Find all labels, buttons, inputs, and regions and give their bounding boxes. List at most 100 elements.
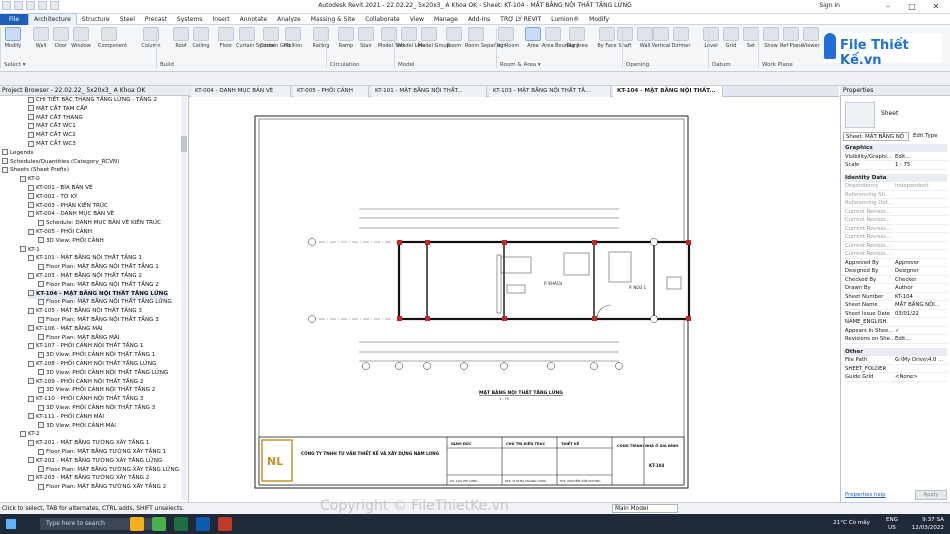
property-row[interactable]: Designed By Designer <box>843 267 947 276</box>
ribbon-group-label[interactable]: Room & Area ▾ <box>500 62 541 68</box>
property-row[interactable]: Scale 1 : 75 <box>843 161 947 170</box>
property-value[interactable]: MẶT BẰNG NỘI... <box>895 301 947 309</box>
windows-start-icon[interactable] <box>6 519 16 529</box>
property-row[interactable]: Current Revisio... <box>843 208 947 216</box>
ribbon-tool-30[interactable]: Grid <box>720 27 742 59</box>
project-browser-scrollbar[interactable] <box>181 96 187 500</box>
ribbon-tab-8[interactable]: Analyze <box>272 14 306 25</box>
browser-item[interactable]: KT-203 - MẶT BẰNG TƯỜNG XÂY TẦNG 2 <box>28 474 149 483</box>
ribbon-group-label[interactable]: Build <box>160 62 174 68</box>
ribbon-tool-16[interactable]: Model Line <box>398 27 425 59</box>
property-row[interactable]: Sheet Number KT-104 <box>843 293 947 301</box>
browser-item[interactable]: KT-001 - BÌA BẢN VẼ <box>28 184 93 193</box>
browser-item[interactable]: KT-104 - MẶT BẰNG NỘI THẤT TẦNG LỬNG <box>28 289 168 299</box>
document-tab-1[interactable]: KT-005 - PHỐI CẢNH <box>293 86 369 97</box>
ribbon-tool-10[interactable]: Curtain Grid <box>260 27 290 59</box>
browser-item[interactable]: MẶT CẮT THANG <box>28 114 83 123</box>
ribbon-tool-14[interactable]: Stair <box>355 27 377 59</box>
ribbon-tab-2[interactable]: Structure <box>77 14 115 25</box>
ribbon-tool-8[interactable]: Floor <box>215 27 237 59</box>
property-value[interactable]: ✓ <box>895 327 947 335</box>
property-row[interactable]: Current Revisio... <box>843 250 947 259</box>
browser-item[interactable]: CHI TIẾT BẬC THANG TẦNG LỬNG - TẦNG 2 <box>28 96 157 105</box>
ribbon-tool-18[interactable]: Room <box>443 27 465 59</box>
browser-item[interactable]: MẶT CẮT WC2 <box>28 131 76 140</box>
ribbon-tool-2[interactable]: Door <box>50 27 72 59</box>
ribbon-group-label[interactable]: Circulation <box>330 62 359 68</box>
ribbon-tool-33[interactable]: Ref Plane <box>780 27 803 59</box>
ribbon-tool-4[interactable]: Component <box>98 27 127 59</box>
document-tab-3[interactable]: KT-103 - MẶT BẰNG NỘI THẤT TẦ... <box>489 86 611 97</box>
revit-icon[interactable] <box>196 517 210 531</box>
browser-item[interactable]: KT-202 - MẶT BẰNG TƯỜNG XÂY TẦNG LỬNG <box>28 457 162 466</box>
sheet-view[interactable]: P. KHÁCH P. NGỦ 1 MẶT BẰNG NỘI THẤT TẦNG… <box>189 97 839 502</box>
browser-item[interactable]: KT-110 - PHỐI CẢNH NỘI THẤT TẦNG 3 <box>28 395 143 404</box>
property-value[interactable]: KT-104 <box>895 293 947 301</box>
browser-item[interactable]: KT-107 - PHỐI CẢNH NỘI THẤT TẦNG 1 <box>28 342 143 351</box>
ribbon-tab-5[interactable]: Systems <box>172 14 208 25</box>
ribbon-tool-22[interactable]: Area Boundary <box>542 27 579 59</box>
ribbon-tab-7[interactable]: Annotate <box>235 14 272 25</box>
browser-item[interactable]: KT-002 - TỜ KÝ <box>28 193 78 202</box>
property-row[interactable]: Sheet Issue Date 03/01/22 <box>843 310 947 318</box>
property-row[interactable]: Appears In Shee... ✓ <box>843 327 947 335</box>
browser-item[interactable]: MẶT CẮT WC3 <box>28 140 76 149</box>
ribbon-tool-27[interactable]: Vertical <box>650 27 672 59</box>
ribbon-tool-7[interactable]: Ceiling <box>190 27 212 59</box>
browser-item[interactable]: Schedules/Quantities (Category_RCVN) <box>2 158 119 167</box>
browser-item[interactable]: Floor Plan: MẶT BẰNG NỘI THẤT TẦNG 2 <box>38 281 159 290</box>
property-row[interactable]: Visibility/Graphi... Edit... <box>843 153 947 161</box>
browser-item[interactable]: KT-004 - DANH MỤC BẢN VẼ <box>28 210 114 219</box>
browser-item[interactable]: MẶT CẮT TAM CẤP <box>28 105 87 114</box>
browser-item[interactable]: KT-201 - MẶT BẰNG TƯỜNG XÂY TẦNG 1 <box>28 439 149 448</box>
file-explorer-icon[interactable] <box>130 517 144 531</box>
ribbon-tool-0[interactable]: Modify <box>2 27 24 59</box>
language-indicator[interactable]: ENG US <box>886 516 898 532</box>
ribbon-tab-6[interactable]: Insert <box>207 14 234 25</box>
ribbon-tab-1[interactable]: Architecture <box>28 13 77 25</box>
drawing-canvas[interactable]: P. KHÁCH P. NGỦ 1 MẶT BẰNG NỘI THẤT TẦNG… <box>189 97 839 502</box>
browser-item[interactable]: Floor Plan: MẶT BẰNG TƯỜNG XÂY TẦNG 2 <box>38 483 166 492</box>
property-row[interactable]: Drawn By Author <box>843 284 947 293</box>
browser-item[interactable]: Floor Plan: MẶT BẰNG NỘI THẤT TẦNG 3 <box>38 316 159 325</box>
property-row[interactable]: Current Revisio... <box>843 216 947 225</box>
browser-item[interactable]: KT-109 - PHỐI CẢNH NỘI THẤT TẦNG 2 <box>28 378 143 387</box>
browser-item[interactable]: KT-005 - PHỐI CẢNH <box>28 228 92 237</box>
browser-item[interactable]: Legends <box>2 149 33 158</box>
properties-help-link[interactable]: Properties help <box>845 492 886 498</box>
scrollbar-thumb[interactable] <box>181 136 187 152</box>
properties-section-header[interactable]: Identity Data <box>843 173 947 182</box>
ribbon-group-label[interactable]: Opening <box>626 62 649 68</box>
browser-item[interactable]: 3D View: PHỐI CẢNH MÁI <box>38 422 116 431</box>
property-row[interactable]: SHEET_FOLDER <box>843 365 947 373</box>
chrome-icon[interactable] <box>152 517 166 531</box>
property-value[interactable]: 1 : 75 <box>895 161 947 169</box>
browser-item[interactable]: 3D View: PHỐI CẢNH NỘI THẤT TẦNG 2 <box>38 386 155 395</box>
ribbon-tool-17[interactable]: Model Group <box>418 27 450 59</box>
ribbon-tool-29[interactable]: Level <box>700 27 722 59</box>
ribbon-group-label[interactable]: Datum <box>712 62 731 68</box>
browser-item[interactable]: Floor Plan: MẶT BẰNG MÁI <box>38 334 119 343</box>
property-value[interactable]: Checker <box>895 276 947 284</box>
browser-item[interactable]: Floor Plan: MẶT BẰNG TƯỜNG XÂY TẦNG LỬNG <box>38 466 179 475</box>
ribbon-tool-6[interactable]: Roof <box>170 27 192 59</box>
property-row[interactable]: Current Revisio... <box>843 233 947 242</box>
ribbon-tool-34[interactable]: Viewer <box>800 27 822 59</box>
browser-item[interactable]: KT-101 - MẶT BẰNG NỘI THẤT TẦNG 1 <box>28 254 142 263</box>
ribbon-tab-11[interactable]: View <box>405 14 429 25</box>
property-value[interactable]: Edit... <box>895 335 947 343</box>
property-value[interactable]: G:\My Drive\4.0 ... <box>895 356 947 364</box>
sign-in-link[interactable]: Sign In <box>819 2 840 9</box>
property-row[interactable]: Current Revisio... <box>843 242 947 250</box>
browser-item[interactable]: KT-108 - PHỐI CẢNH NỘI THẤT TẦNG LỬNG <box>28 360 156 369</box>
property-row[interactable]: Guide Grid <None> <box>843 373 947 382</box>
browser-item[interactable]: KT-111 - PHỐI CẢNH MÁI <box>28 413 104 422</box>
close-icon[interactable]: ✕ <box>924 0 948 13</box>
ribbon-tool-15[interactable]: Model Text <box>378 27 405 59</box>
ribbon-tab-14[interactable]: TRỢ LÝ REVIT <box>495 14 546 25</box>
browser-item[interactable]: Schedule: DANH MỤC BẢN VẼ KIẾN TRÚC <box>38 219 161 228</box>
ribbon-tab-9[interactable]: Massing & Site <box>306 14 360 25</box>
ribbon-group-label[interactable]: Model <box>398 62 415 68</box>
property-value[interactable]: Author <box>895 284 947 292</box>
property-value[interactable]: Independent <box>895 182 947 190</box>
